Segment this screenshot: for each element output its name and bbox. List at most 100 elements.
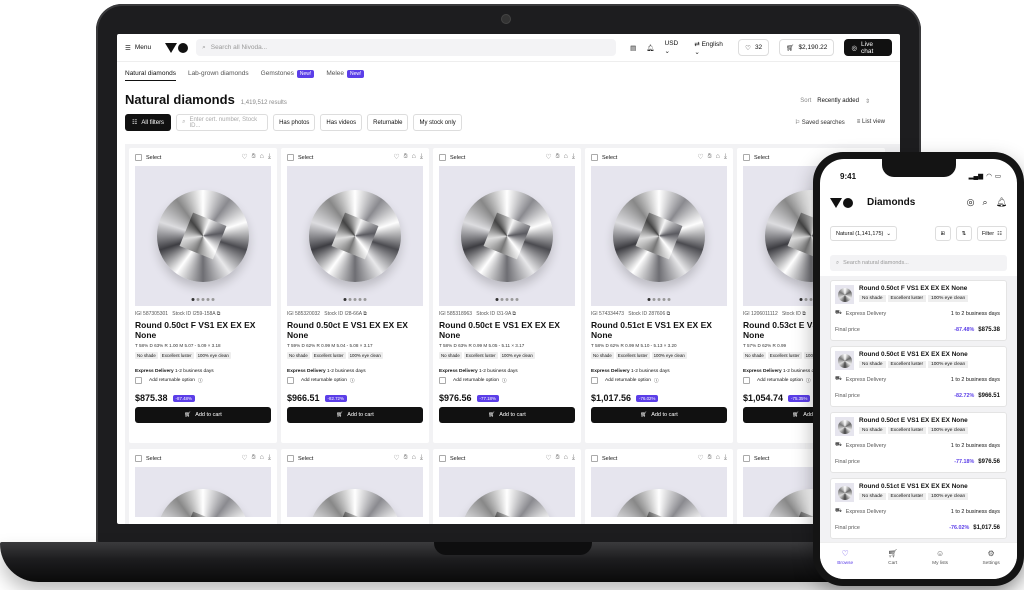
- tab-my-lists[interactable]: ☺ My lists: [932, 549, 948, 579]
- select-checkbox[interactable]: Select: [287, 153, 313, 161]
- returnable-checkbox[interactable]: Add returnable option ⓘ: [585, 374, 733, 384]
- product-card[interactable]: Select ♡ ✋︎ ⌂ ⤓ IGI 585320032 Stock ID I28-6…: [281, 148, 429, 443]
- product-title[interactable]: Round 0.50ct E VS1 EX EX EX None: [433, 317, 581, 341]
- diamond-image[interactable]: [135, 467, 271, 517]
- product-card[interactable]: Select ♡ ✋︎ ⌂ ⤓ IGI 574334473 Stock ID 28760…: [585, 148, 733, 443]
- mobile-product-card[interactable]: Round 0.50ct E VS1 EX EX EX None No shad…: [830, 346, 1007, 407]
- currency-select[interactable]: USD ⌄: [665, 40, 685, 55]
- hand-icon[interactable]: ✋︎: [252, 153, 256, 161]
- filter-returnable[interactable]: Returnable: [367, 114, 409, 131]
- heart-icon[interactable]: ♡: [545, 454, 551, 462]
- tab-settings[interactable]: ⚙ Settings: [982, 549, 999, 579]
- download-icon[interactable]: ⤓: [268, 454, 271, 462]
- tag-icon[interactable]: ⌂: [564, 454, 568, 462]
- wishlist-button[interactable]: ♡ 32: [738, 39, 770, 56]
- mobile-product-card[interactable]: Round 0.50ct F VS1 EX EX EX None No shad…: [830, 280, 1007, 341]
- returnable-checkbox[interactable]: Add returnable option ⓘ: [281, 374, 429, 384]
- diamond-image[interactable]: [439, 166, 575, 306]
- select-checkbox[interactable]: Select: [591, 454, 617, 462]
- saved-searches-button[interactable]: ⚐ Saved searches: [795, 119, 845, 126]
- bell-icon[interactable]: 🔔︎: [646, 44, 654, 52]
- add-to-cart-button[interactable]: 🛒︎Add to cart: [135, 407, 271, 423]
- image-carousel-dots[interactable]: [191, 298, 215, 301]
- product-card[interactable]: Select ♡ ✋︎ ⌂ ⤓ IGI 587305301 Stock ID I259-…: [129, 148, 277, 443]
- heart-icon[interactable]: ♡: [393, 454, 399, 462]
- sort-button[interactable]: ⇅: [955, 226, 972, 241]
- tag-icon[interactable]: ⌂: [564, 153, 568, 161]
- hand-icon[interactable]: ✋︎: [556, 153, 560, 161]
- brand-logo[interactable]: [830, 197, 853, 208]
- download-icon[interactable]: ⤓: [572, 153, 575, 161]
- headset-icon[interactable]: ◎: [967, 197, 975, 208]
- grid-view-button[interactable]: ⊞: [934, 226, 951, 241]
- language-select[interactable]: ⇄ English ⌄: [694, 40, 728, 56]
- tab-natural-diamonds[interactable]: Natural diamonds: [125, 70, 176, 81]
- menu-button[interactable]: ☰ Menu: [125, 44, 151, 52]
- select-checkbox[interactable]: Select: [743, 153, 769, 161]
- select-checkbox[interactable]: Select: [439, 153, 465, 161]
- brand-logo[interactable]: [165, 42, 189, 53]
- select-checkbox[interactable]: Select: [287, 454, 313, 462]
- hand-icon[interactable]: ✋︎: [404, 153, 408, 161]
- download-icon[interactable]: ⤓: [420, 454, 423, 462]
- cert-search-input[interactable]: ⌕ Enter cert. number, Stock ID...: [176, 114, 269, 131]
- diamond-image[interactable]: [287, 467, 423, 517]
- product-title[interactable]: Round 0.50ct E VS1 EX EX EX None: [281, 317, 429, 341]
- returnable-checkbox[interactable]: Add returnable option ⓘ: [433, 374, 581, 384]
- diamond-image[interactable]: [287, 166, 423, 306]
- product-card[interactable]: Select ♡ ✋︎ ⌂ ⤓: [585, 449, 733, 524]
- heart-icon[interactable]: ♡: [241, 454, 247, 462]
- clipboard-icon[interactable]: ▤: [630, 44, 636, 52]
- image-carousel-dots[interactable]: [343, 298, 367, 301]
- tab-cart[interactable]: 🛒︎ Cart: [888, 549, 898, 579]
- heart-icon[interactable]: ♡: [545, 153, 551, 161]
- diamond-image[interactable]: [591, 166, 727, 306]
- type-dropdown[interactable]: Natural (1,141,175) ⌄: [830, 226, 897, 241]
- tab-gemstones[interactable]: Gemstones New!: [261, 70, 315, 81]
- download-icon[interactable]: ⤓: [268, 153, 271, 161]
- select-checkbox[interactable]: Select: [591, 153, 617, 161]
- mobile-product-card[interactable]: Round 0.51ct E VS1 EX EX EX None No shad…: [830, 478, 1007, 539]
- download-icon[interactable]: ⤓: [724, 454, 727, 462]
- tag-icon[interactable]: ⌂: [412, 454, 416, 462]
- returnable-checkbox[interactable]: Add returnable option ⓘ: [129, 374, 277, 384]
- hand-icon[interactable]: ✋︎: [708, 153, 712, 161]
- sort-select[interactable]: Sort Recently added ⇕: [800, 98, 870, 105]
- product-card[interactable]: Select ♡ ✋︎ ⌂ ⤓: [433, 449, 581, 524]
- bell-icon[interactable]: 🔔︎: [996, 197, 1007, 208]
- select-checkbox[interactable]: Select: [743, 454, 769, 462]
- diamond-image[interactable]: [591, 467, 727, 517]
- add-to-cart-button[interactable]: 🛒︎Add to cart: [287, 407, 423, 423]
- live-chat-button[interactable]: ◎ Live chat: [844, 39, 892, 56]
- image-carousel-dots[interactable]: [495, 298, 519, 301]
- product-title[interactable]: Round 0.50ct F VS1 EX EX EX None: [129, 317, 277, 341]
- download-icon[interactable]: ⤓: [572, 454, 575, 462]
- add-to-cart-button[interactable]: 🛒︎Add to cart: [439, 407, 575, 423]
- product-card[interactable]: Select ♡ ✋︎ ⌂ ⤓: [129, 449, 277, 524]
- add-to-cart-button[interactable]: 🛒︎Add to cart: [591, 407, 727, 423]
- heart-icon[interactable]: ♡: [697, 153, 703, 161]
- tag-icon[interactable]: ⌂: [260, 153, 264, 161]
- tab-lab-grown[interactable]: Lab-grown diamonds: [188, 70, 249, 81]
- download-icon[interactable]: ⤓: [724, 153, 727, 161]
- cart-button[interactable]: 🛒︎ $2,190.22: [779, 39, 835, 56]
- filter-has-photos[interactable]: Has photos: [273, 114, 316, 131]
- mobile-product-card[interactable]: Round 0.50ct E VS1 EX EX EX None No shad…: [830, 412, 1007, 473]
- tag-icon[interactable]: ⌂: [260, 454, 264, 462]
- diamond-image[interactable]: [439, 467, 575, 517]
- search-icon[interactable]: ⌕: [983, 197, 988, 208]
- hand-icon[interactable]: ✋︎: [252, 454, 256, 462]
- filter-button[interactable]: Filter ☷: [976, 226, 1007, 241]
- product-card[interactable]: Select ♡ ✋︎ ⌂ ⤓: [281, 449, 429, 524]
- image-carousel-dots[interactable]: [647, 298, 671, 301]
- tag-icon[interactable]: ⌂: [716, 454, 720, 462]
- product-card[interactable]: Select ♡ ✋︎ ⌂ ⤓ IGI 585318963 Stock ID I31-9…: [433, 148, 581, 443]
- mobile-search-input[interactable]: ⌕ Search natural diamonds...: [830, 255, 1007, 271]
- filter-my-stock[interactable]: My stock only: [413, 114, 462, 131]
- heart-icon[interactable]: ♡: [241, 153, 247, 161]
- filter-has-videos[interactable]: Has videos: [320, 114, 363, 131]
- heart-icon[interactable]: ♡: [697, 454, 703, 462]
- select-checkbox[interactable]: Select: [135, 153, 161, 161]
- all-filters-button[interactable]: ☷ All filters: [125, 114, 172, 131]
- diamond-image[interactable]: [135, 166, 271, 306]
